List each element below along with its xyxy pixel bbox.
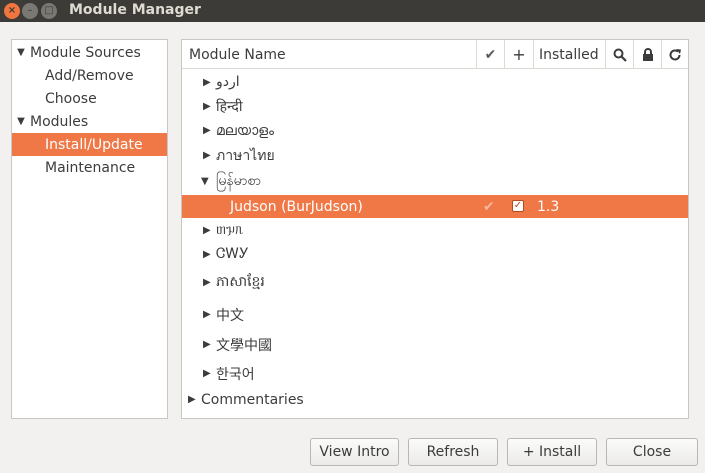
module-table: Module Name ✔ + Installed ▶ اردو ▶ हिन्द…: [181, 39, 689, 419]
row-label: 中文: [216, 307, 244, 324]
tree-row-hindi[interactable]: ▶ हिन्दी: [182, 94, 688, 118]
sidebar-item-label: Install/Update: [45, 136, 143, 153]
title-bar: × – □ Module Manager: [0, 0, 705, 22]
tree-row-khmer[interactable]: ▶ ភាសាខ្មែរ: [182, 266, 688, 299]
row-label: ภาษาไทย: [216, 147, 275, 164]
lock-icon: [642, 47, 653, 61]
tree-row-judson[interactable]: Judson (BurJudson) ✔ ✓ 1.3: [182, 195, 688, 218]
column-label: Module Name: [189, 46, 286, 63]
column-label: Installed: [539, 46, 599, 63]
install-button[interactable]: + Install: [507, 438, 597, 466]
tree-row-thai[interactable]: ▶ ภาษาไทย: [182, 143, 688, 168]
sidebar-item-label: Add/Remove: [45, 67, 134, 84]
column-header-check[interactable]: ✔: [477, 40, 505, 69]
window-maximize-icon[interactable]: □: [41, 3, 57, 19]
row-label: हिन्दी: [216, 98, 243, 115]
expander-right-icon[interactable]: ▶: [203, 125, 211, 136]
tree-row-taile[interactable]: ▶ ᥖᥭᥰ: [182, 218, 688, 242]
expander-down-icon[interactable]: ▼: [201, 176, 209, 187]
expander-right-icon[interactable]: ▶: [203, 225, 211, 236]
sidebar-item-label: Maintenance: [45, 159, 136, 176]
column-header-lock[interactable]: [634, 40, 662, 69]
tree-row-classical-chinese[interactable]: ▶ 文學中國: [182, 330, 688, 359]
tree-row-commentaries[interactable]: ▶ Commentaries: [182, 388, 688, 411]
sidebar-item-modules[interactable]: ▼ Modules: [12, 110, 167, 133]
row-label: ភាសាខ្មែរ: [216, 274, 265, 290]
table-header: Module Name ✔ + Installed: [182, 40, 688, 69]
expander-right-icon[interactable]: ▶: [203, 150, 211, 161]
row-label: اردو: [216, 74, 240, 90]
module-name: Judson (BurJudson): [230, 198, 363, 215]
row-label: ᏣᎳᎩ: [216, 246, 249, 262]
tree-row-chinese[interactable]: ▶ 中文: [182, 299, 688, 330]
tree-row-korean[interactable]: ▶ 한국어: [182, 359, 688, 388]
expander-right-icon[interactable]: ▶: [203, 368, 211, 379]
column-header-installed[interactable]: Installed: [534, 40, 606, 69]
row-label: ᥖᥭᥰ: [216, 222, 244, 238]
column-header-refresh[interactable]: [662, 40, 688, 69]
column-header-plus[interactable]: +: [505, 40, 534, 69]
tree-row-malayalam[interactable]: ▶ മലയാളം: [182, 118, 688, 143]
window-minimize-icon[interactable]: –: [22, 3, 38, 19]
sidebar-item-choose[interactable]: Choose: [12, 87, 167, 110]
expander-down-icon[interactable]: ▼: [13, 47, 29, 58]
window-title: Module Manager: [69, 2, 201, 18]
expander-right-icon[interactable]: ▶: [188, 394, 196, 405]
sidebar-item-label: Choose: [45, 90, 97, 107]
tree-row-urdu[interactable]: ▶ اردو: [182, 70, 688, 94]
expander-right-icon[interactable]: ▶: [203, 77, 211, 88]
close-button[interactable]: Close: [606, 438, 698, 466]
expander-right-icon[interactable]: ▶: [203, 277, 211, 288]
refresh-button[interactable]: Refresh: [408, 438, 498, 466]
expander-right-icon[interactable]: ▶: [203, 339, 211, 350]
tree-row-burmese[interactable]: ▼ မြန်မာစာ: [182, 168, 688, 195]
column-header-module-name[interactable]: Module Name: [182, 40, 477, 69]
sidebar-item-maintenance[interactable]: Maintenance: [12, 156, 167, 179]
checkmark-icon: ✔: [483, 198, 495, 215]
sidebar-tree: ▼ Module Sources Add/Remove Choose ▼ Mod…: [11, 39, 168, 419]
view-intro-button[interactable]: View Intro: [310, 438, 399, 466]
expander-down-icon[interactable]: ▼: [13, 116, 29, 127]
row-label: Commentaries: [201, 391, 304, 408]
column-header-search[interactable]: [606, 40, 634, 69]
installed-version: 1.3: [537, 198, 560, 215]
search-icon: [613, 48, 627, 62]
sidebar-item-label: Modules: [30, 113, 89, 130]
row-label: မြန်မာစာ: [216, 173, 261, 189]
expander-right-icon[interactable]: ▶: [203, 249, 211, 260]
sidebar-item-install-update[interactable]: Install/Update: [12, 133, 167, 156]
window-close-icon[interactable]: ×: [4, 3, 20, 19]
sidebar-item-label: Module Sources: [30, 44, 141, 61]
expander-right-icon[interactable]: ▶: [203, 309, 211, 320]
sidebar-item-add-remove[interactable]: Add/Remove: [12, 64, 167, 87]
sidebar-item-module-sources[interactable]: ▼ Module Sources: [12, 41, 167, 64]
plus-icon: +: [512, 45, 526, 64]
tree-row-cherokee[interactable]: ▶ ᏣᎳᎩ: [182, 242, 688, 266]
row-label: 文學中國: [216, 337, 272, 354]
expander-right-icon[interactable]: ▶: [203, 101, 211, 112]
refresh-icon: [669, 48, 681, 60]
checkmark-icon: ✔: [484, 46, 497, 63]
row-label: മലയാളം: [216, 122, 275, 139]
install-checkbox[interactable]: ✓: [512, 200, 524, 212]
row-label: 한국어: [216, 366, 255, 383]
